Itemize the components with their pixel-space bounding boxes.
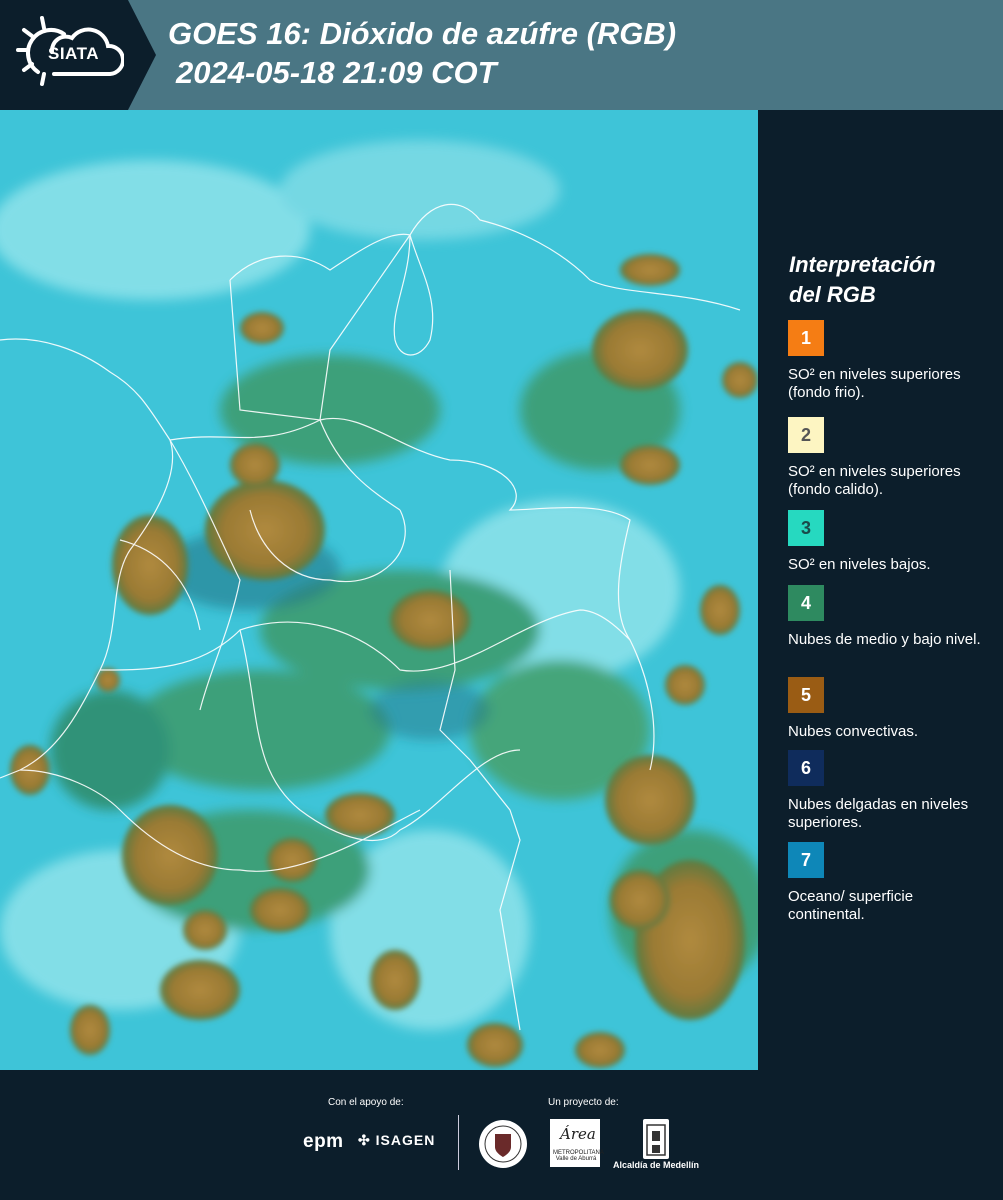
legend-swatch-3: 3: [788, 510, 824, 546]
project-label: Un proyecto de:: [548, 1097, 619, 1108]
legend-item-5: 5 Nubes convectivas.: [788, 677, 993, 741]
legend-item-6: 6 Nubes delgadas en niveles superiores.: [788, 750, 993, 832]
page-title: GOES 16: Dióxido de azúfre (RGB): [168, 16, 677, 51]
area-logo-name: Área: [560, 1125, 596, 1143]
legend-swatch-7: 7: [788, 842, 824, 878]
legend-label-1: SO² en niveles superiores (fondo frio).: [788, 366, 961, 401]
legend-swatch-1: 1: [788, 320, 824, 356]
isagen-icon: ✣: [358, 1132, 371, 1148]
logo-arrow: [128, 0, 156, 110]
legend-swatch-5: 5: [788, 677, 824, 713]
legend-title-line2: del RGB: [789, 282, 876, 307]
legend-swatch-6: 6: [788, 750, 824, 786]
logo-text: SIATA: [48, 44, 99, 63]
legend-title: Interpretación del RGB: [789, 250, 989, 310]
legend-item-7: 7 Oceano/ superficie continental.: [788, 842, 993, 924]
legend-label-2: SO² en niveles superiores (fondo calido)…: [788, 463, 961, 498]
legend-label-5: Nubes convectivas.: [788, 723, 919, 740]
legend-label-4: Nubes de medio y bajo nivel.: [788, 631, 981, 648]
page-timestamp: 2024-05-18 21:09 COT: [176, 55, 497, 90]
legend-title-line1: Interpretación: [789, 252, 936, 277]
legend-swatch-4: 4: [788, 585, 824, 621]
legend-label-6: Nubes delgadas en niveles superiores.: [788, 796, 969, 831]
siata-logo: SIATA: [0, 0, 128, 110]
building-icon: [643, 1119, 669, 1159]
legend-label-7: Oceano/ superficie continental.: [788, 888, 914, 923]
satellite-image: [0, 110, 758, 1070]
legend-swatch-2: 2: [788, 417, 824, 453]
support-label: Con el apoyo de:: [328, 1097, 404, 1108]
satellite-map[interactable]: [0, 110, 758, 1070]
area-logo-text: METROPOLITANA Valle de Aburrá: [553, 1150, 604, 1162]
legend-item-4: 4 Nubes de medio y bajo nivel.: [788, 585, 993, 649]
epm-logo: epm: [303, 1131, 344, 1152]
isagen-logo: ✣ ISAGEN: [358, 1132, 435, 1149]
legend-item-3: 3 SO² en niveles bajos.: [788, 510, 993, 574]
footer-divider: [458, 1115, 459, 1170]
isagen-text: ISAGEN: [375, 1132, 436, 1148]
legend-item-2: 2 SO² en niveles superiores (fondo calid…: [788, 417, 993, 499]
alcaldia-label: Alcaldía de Medellín: [613, 1160, 700, 1170]
header: SIATA GOES 16: Dióxido de azúfre (RGB) 2…: [0, 0, 1003, 110]
legend-panel: Interpretación del RGB 1 SO² en niveles …: [758, 110, 1003, 1070]
legend-item-1: 1 SO² en niveles superiores (fondo frio)…: [788, 320, 993, 402]
footer: Con el apoyo de: Un proyecto de: epm ✣ I…: [0, 1070, 1003, 1200]
seal-icon: [479, 1120, 527, 1168]
legend-label-3: SO² en niveles bajos.: [788, 556, 931, 573]
